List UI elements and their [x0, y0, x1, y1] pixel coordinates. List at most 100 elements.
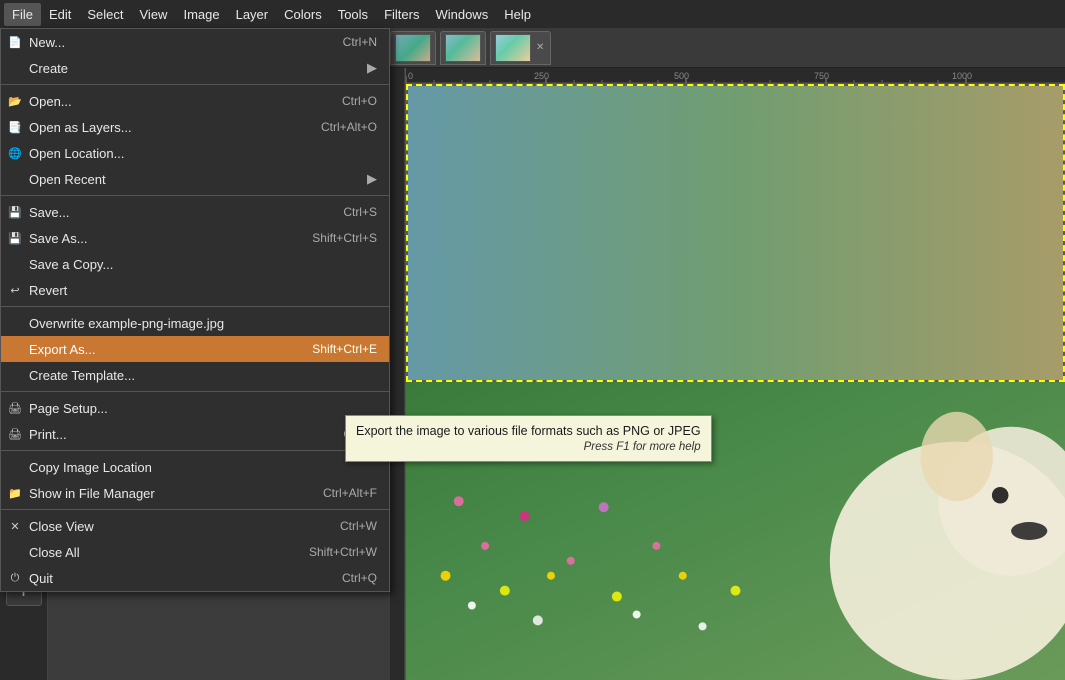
- ruler-tick-250: 250: [534, 71, 549, 81]
- open-location-icon: 🌐: [5, 147, 25, 160]
- menu-item-close-view[interactable]: ✕ Close View Ctrl+W: [1, 513, 389, 539]
- menu-windows[interactable]: Windows: [427, 3, 496, 26]
- menu-view[interactable]: View: [132, 3, 176, 26]
- show-manager-shortcut: Ctrl+Alt+F: [323, 486, 377, 500]
- menu-colors[interactable]: Colors: [276, 3, 330, 26]
- tab-thumbnail-3: [495, 34, 531, 62]
- open-layers-shortcut: Ctrl+Alt+O: [321, 120, 377, 134]
- open-icon: 📂: [5, 95, 25, 108]
- image-tab-1[interactable]: [390, 31, 436, 65]
- svg-text:0: 0: [408, 71, 413, 81]
- menu-item-open-location[interactable]: 🌐 Open Location...: [1, 140, 389, 166]
- open-label: Open...: [29, 94, 72, 109]
- menu-item-export-as[interactable]: Export As... Shift+Ctrl+E: [1, 336, 389, 362]
- quit-shortcut: Ctrl+Q: [342, 571, 377, 585]
- menu-edit[interactable]: Edit: [41, 3, 79, 26]
- separator-5: [1, 450, 389, 451]
- file-menu-dropdown[interactable]: 📄 New... Ctrl+N Create ▶ 📂 Open... Ctrl+…: [0, 28, 390, 592]
- menu-item-open-recent[interactable]: Open Recent ▶: [1, 166, 389, 192]
- save-copy-label: Save a Copy...: [29, 257, 113, 272]
- tab-close-button[interactable]: ✕: [534, 41, 546, 54]
- tab-thumbnail-1: [395, 34, 431, 62]
- ruler-tick-500: 500: [674, 71, 689, 81]
- open-layers-label: Open as Layers...: [29, 120, 132, 135]
- close-view-icon: ✕: [5, 520, 25, 533]
- menu-select[interactable]: Select: [79, 3, 131, 26]
- canvas-area: 0 250 500 750 1000: [390, 68, 1065, 680]
- separator-6: [1, 509, 389, 510]
- create-template-label: Create Template...: [29, 368, 135, 383]
- menu-item-save[interactable]: 💾 Save... Ctrl+S: [1, 199, 389, 225]
- ruler-tick-1000: 1000: [952, 71, 972, 81]
- menu-item-create-template[interactable]: Create Template...: [1, 362, 389, 388]
- export-as-shortcut: Shift+Ctrl+E: [312, 342, 377, 356]
- new-shortcut: Ctrl+N: [343, 35, 377, 49]
- new-label: New...: [29, 35, 65, 50]
- page-setup-icon: 🖨: [5, 402, 25, 415]
- menu-item-create[interactable]: Create ▶: [1, 55, 389, 81]
- show-manager-icon: 📁: [5, 487, 25, 500]
- print-label: Print...: [29, 427, 67, 442]
- menu-item-save-as[interactable]: 💾 Save As... Shift+Ctrl+S: [1, 225, 389, 251]
- menu-item-revert[interactable]: ↩ Revert: [1, 277, 389, 303]
- save-label: Save...: [29, 205, 69, 220]
- close-all-label: Close All: [29, 545, 80, 560]
- separator-3: [1, 306, 389, 307]
- menu-item-quit[interactable]: ⏻ Quit Ctrl+Q: [1, 565, 389, 591]
- save-as-icon: 💾: [5, 232, 25, 245]
- close-view-shortcut: Ctrl+W: [340, 519, 377, 533]
- revert-label: Revert: [29, 283, 67, 298]
- open-shortcut: Ctrl+O: [342, 94, 377, 108]
- close-view-label: Close View: [29, 519, 94, 534]
- menu-file[interactable]: File: [4, 3, 41, 26]
- quit-icon: ⏻: [5, 572, 25, 585]
- menu-item-new[interactable]: 📄 New... Ctrl+N: [1, 29, 389, 55]
- separator-1: [1, 84, 389, 85]
- save-icon: 💾: [5, 206, 25, 219]
- menu-item-close-all[interactable]: Close All Shift+Ctrl+W: [1, 539, 389, 565]
- overwrite-label: Overwrite example-png-image.jpg: [29, 316, 224, 331]
- show-manager-label: Show in File Manager: [29, 486, 155, 501]
- quit-label: Quit: [29, 571, 53, 586]
- revert-icon: ↩: [5, 284, 25, 297]
- new-icon: 📄: [5, 36, 25, 49]
- menu-item-save-copy[interactable]: Save a Copy...: [1, 251, 389, 277]
- create-arrow: ▶: [367, 60, 377, 76]
- menubar: File Edit Select View Image Layer Colors…: [0, 0, 1065, 28]
- save-as-label: Save As...: [29, 231, 88, 246]
- open-recent-label: Open Recent: [29, 172, 106, 187]
- save-shortcut: Ctrl+S: [343, 205, 377, 219]
- menu-image[interactable]: Image: [175, 3, 227, 26]
- image-tab-3[interactable]: ✕: [490, 31, 551, 65]
- ruler-vertical: [390, 68, 406, 680]
- open-layers-icon: 📑: [5, 121, 25, 134]
- image-tab-2[interactable]: [440, 31, 486, 65]
- ruler-horizontal: 0 250 500 750 1000: [406, 68, 1065, 84]
- menu-item-page-setup[interactable]: 🖨 Page Setup...: [1, 395, 389, 421]
- menu-tools[interactable]: Tools: [330, 3, 376, 26]
- menu-help[interactable]: Help: [496, 3, 539, 26]
- menu-item-overwrite[interactable]: Overwrite example-png-image.jpg: [1, 310, 389, 336]
- ruler-tick-750: 750: [814, 71, 829, 81]
- close-all-shortcut: Shift+Ctrl+W: [309, 545, 377, 559]
- menu-layer[interactable]: Layer: [228, 3, 277, 26]
- copy-location-label: Copy Image Location: [29, 460, 152, 475]
- open-recent-arrow: ▶: [367, 171, 377, 187]
- menu-item-copy-location[interactable]: Copy Image Location: [1, 454, 389, 480]
- open-location-label: Open Location...: [29, 146, 124, 161]
- save-as-shortcut: Shift+Ctrl+S: [312, 231, 377, 245]
- menu-item-show-manager[interactable]: 📁 Show in File Manager Ctrl+Alt+F: [1, 480, 389, 506]
- export-as-label: Export As...: [29, 342, 95, 357]
- menu-item-print[interactable]: 🖨 Print... Ctrl+P: [1, 421, 389, 447]
- separator-4: [1, 391, 389, 392]
- print-icon: 🖨: [5, 428, 25, 441]
- tab-thumbnail-2: [445, 34, 481, 62]
- canvas-content[interactable]: [406, 84, 1065, 680]
- separator-2: [1, 195, 389, 196]
- menu-filters[interactable]: Filters: [376, 3, 427, 26]
- create-label: Create: [29, 61, 68, 76]
- menu-item-open-layers[interactable]: 📑 Open as Layers... Ctrl+Alt+O: [1, 114, 389, 140]
- menu-item-open[interactable]: 📂 Open... Ctrl+O: [1, 88, 389, 114]
- print-shortcut: Ctrl+P: [343, 427, 377, 441]
- page-setup-label: Page Setup...: [29, 401, 108, 416]
